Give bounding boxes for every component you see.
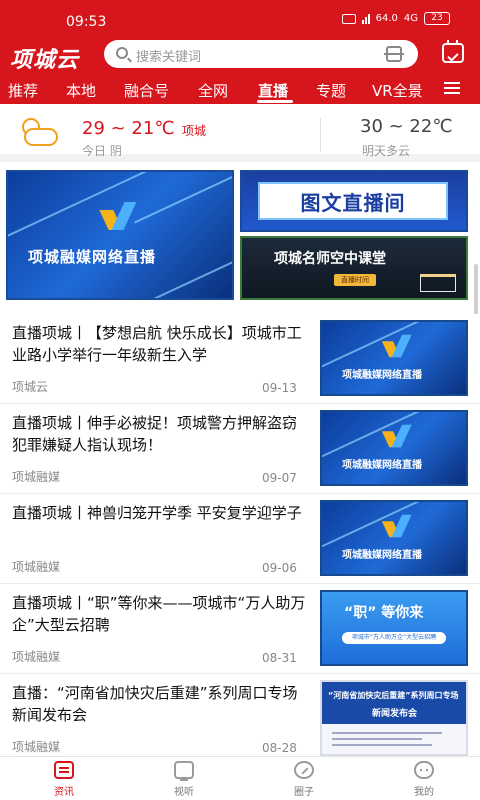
list-item[interactable]: 直播项城丨神兽归笼开学季 平安复学迎学子 项城融媒 09-06 项城融媒网络直播 xyxy=(0,494,480,584)
news-title: 直播项城丨“职”等你来——项城市“万人助万企”大型云招聘 xyxy=(12,594,306,634)
menu-icon[interactable] xyxy=(444,82,460,94)
search-icon xyxy=(116,47,128,59)
partly-cloudy-icon xyxy=(18,118,60,148)
today-temperature: 29 ~ 21℃ xyxy=(82,118,175,139)
banner-live-stream[interactable]: 项城融媒网络直播 xyxy=(6,170,234,300)
top-bar: 项城云 搜索关键词 xyxy=(0,40,480,73)
news-thumbnail: “河南省加快灾后重建”系列周口专场 新闻发布会 xyxy=(320,680,468,756)
thumb-caption: “河南省加快灾后重建”系列周口专场 xyxy=(328,691,459,700)
network-speed: 64.0 xyxy=(375,13,398,24)
tab-vr[interactable]: VR全景 xyxy=(372,80,423,101)
channel-tabs: 推荐 本地 融合号 全网 直播 专题 VR全景 xyxy=(0,76,480,104)
search-placeholder: 搜索关键词 xyxy=(136,50,202,65)
divider xyxy=(320,118,321,152)
nav-media[interactable]: 视听 xyxy=(154,761,214,798)
tab-live[interactable]: 直播 xyxy=(258,80,288,101)
list-item[interactable]: 直播项城丨“职”等你来——项城市“万人助万企”大型云招聘 项城融媒 08-31 … xyxy=(0,584,480,674)
news-date: 09-13 xyxy=(262,381,297,395)
today-weather: 今日 阴 xyxy=(82,144,122,158)
alarm-icon xyxy=(341,13,356,24)
thumb-subcaption: 项城市“万人助万企”大型云招聘 xyxy=(342,632,446,644)
news-thumbnail: “职” 等你来 项城市“万人助万企”大型云招聘 xyxy=(320,590,468,666)
weather-card[interactable]: 29 ~ 21℃ 项城 今日 阴 30 ~ 22℃ 明天多云 xyxy=(0,104,480,162)
app-logo: 项城云 xyxy=(10,47,80,73)
news-source: 项城云 xyxy=(12,380,49,394)
banner-title: 图文直播间 xyxy=(258,182,448,220)
news-title: 直播项城丨【梦想启航 快乐成长】项城市工业路小学举行一年级新生入学 xyxy=(12,324,302,364)
banner-text-live[interactable]: 图文直播间 xyxy=(240,170,468,232)
search-bar[interactable]: 搜索关键词 xyxy=(104,40,418,68)
list-item[interactable]: 直播项城丨【梦想启航 快乐成长】项城市工业路小学举行一年级新生入学 项城云 09… xyxy=(0,314,480,404)
news-thumbnail: 项城融媒网络直播 xyxy=(320,410,468,486)
news-source: 项城融媒 xyxy=(12,560,61,574)
news-date: 08-28 xyxy=(262,741,297,755)
desk-icon xyxy=(420,274,456,292)
news-date: 08-31 xyxy=(262,651,297,665)
nav-circle[interactable]: 圈子 xyxy=(274,761,334,798)
banner-title: 项城名师空中课堂 xyxy=(274,251,386,267)
news-title: 直播：“河南省加快灾后重建”系列周口专场新闻发布会 xyxy=(12,684,298,724)
profile-icon xyxy=(414,761,434,779)
media-logo-icon xyxy=(386,425,415,447)
weather-city: 项城 xyxy=(182,124,207,138)
circle-icon xyxy=(294,761,314,779)
tomorrow-temperature: 30 ~ 22℃ xyxy=(360,116,453,137)
tomorrow-weather: 明天多云 xyxy=(362,144,411,158)
calendar-icon[interactable] xyxy=(442,40,464,63)
media-logo-icon xyxy=(104,202,140,230)
tab-network[interactable]: 全网 xyxy=(198,80,228,101)
app-header: 09:53 64.0 4G 23 项城云 搜索关键词 推荐 本地 融合号 全网 … xyxy=(0,0,480,104)
thumb-caption: 项城融媒网络直播 xyxy=(342,370,422,381)
thumb-caption: 项城融媒网络直播 xyxy=(342,550,422,561)
nav-profile[interactable]: 我的 xyxy=(394,761,454,798)
thumb-caption: “职” 等你来 xyxy=(344,605,424,621)
nav-label: 资讯 xyxy=(54,787,74,798)
news-title: 直播项城丨神兽归笼开学季 平安复学迎学子 xyxy=(12,504,302,522)
active-tab-indicator xyxy=(257,100,293,103)
tab-fusion[interactable]: 融合号 xyxy=(124,80,169,101)
list-item[interactable]: 直播项城丨伸手必被捉！项城警方押解盗窃犯罪嫌疑人指认现场！ 项城融媒 09-07… xyxy=(0,404,480,494)
nav-news[interactable]: 资讯 xyxy=(34,761,94,798)
status-icons: 64.0 4G 23 xyxy=(341,12,450,25)
nav-label: 视听 xyxy=(174,787,194,798)
network-type: 4G xyxy=(403,13,418,24)
news-icon xyxy=(54,761,74,779)
status-time: 09:53 xyxy=(66,14,107,30)
banner-tag: 直播时间 xyxy=(334,274,376,286)
thumb-subcaption: 新闻发布会 xyxy=(372,709,418,719)
news-date: 09-06 xyxy=(262,561,297,575)
nav-label: 我的 xyxy=(414,787,434,798)
news-source: 项城融媒 xyxy=(12,650,61,664)
tab-topics[interactable]: 专题 xyxy=(316,80,346,101)
media-logo-icon xyxy=(386,335,415,357)
scan-icon[interactable] xyxy=(384,46,404,62)
bottom-navigation: 资讯 视听 圈子 我的 xyxy=(0,756,480,800)
list-item[interactable]: 直播：“河南省加快灾后重建”系列周口专场新闻发布会 项城融媒 08-28 “河南… xyxy=(0,674,480,764)
media-logo-icon xyxy=(386,515,415,537)
tab-recommend[interactable]: 推荐 xyxy=(8,80,38,101)
news-date: 09-07 xyxy=(262,471,297,485)
nav-label: 圈子 xyxy=(294,787,314,798)
thumb-caption: 项城融媒网络直播 xyxy=(342,460,422,471)
news-source: 项城融媒 xyxy=(12,740,61,754)
news-source: 项城融媒 xyxy=(12,470,61,484)
battery-icon: 23 xyxy=(424,12,450,25)
tv-icon xyxy=(174,761,194,781)
status-bar: 09:53 64.0 4G 23 xyxy=(0,0,480,40)
news-thumbnail: 项城融媒网络直播 xyxy=(320,320,468,396)
signal-icon xyxy=(361,13,370,24)
banner-title: 项城融媒网络直播 xyxy=(28,248,157,266)
live-banners: 项城融媒网络直播 图文直播间 项城名师空中课堂 直播时间 xyxy=(0,162,480,308)
news-thumbnail: 项城融媒网络直播 xyxy=(320,500,468,576)
tab-local[interactable]: 本地 xyxy=(66,80,96,101)
banner-online-class[interactable]: 项城名师空中课堂 直播时间 xyxy=(240,236,468,300)
news-title: 直播项城丨伸手必被捉！项城警方押解盗窃犯罪嫌疑人指认现场！ xyxy=(12,414,298,454)
